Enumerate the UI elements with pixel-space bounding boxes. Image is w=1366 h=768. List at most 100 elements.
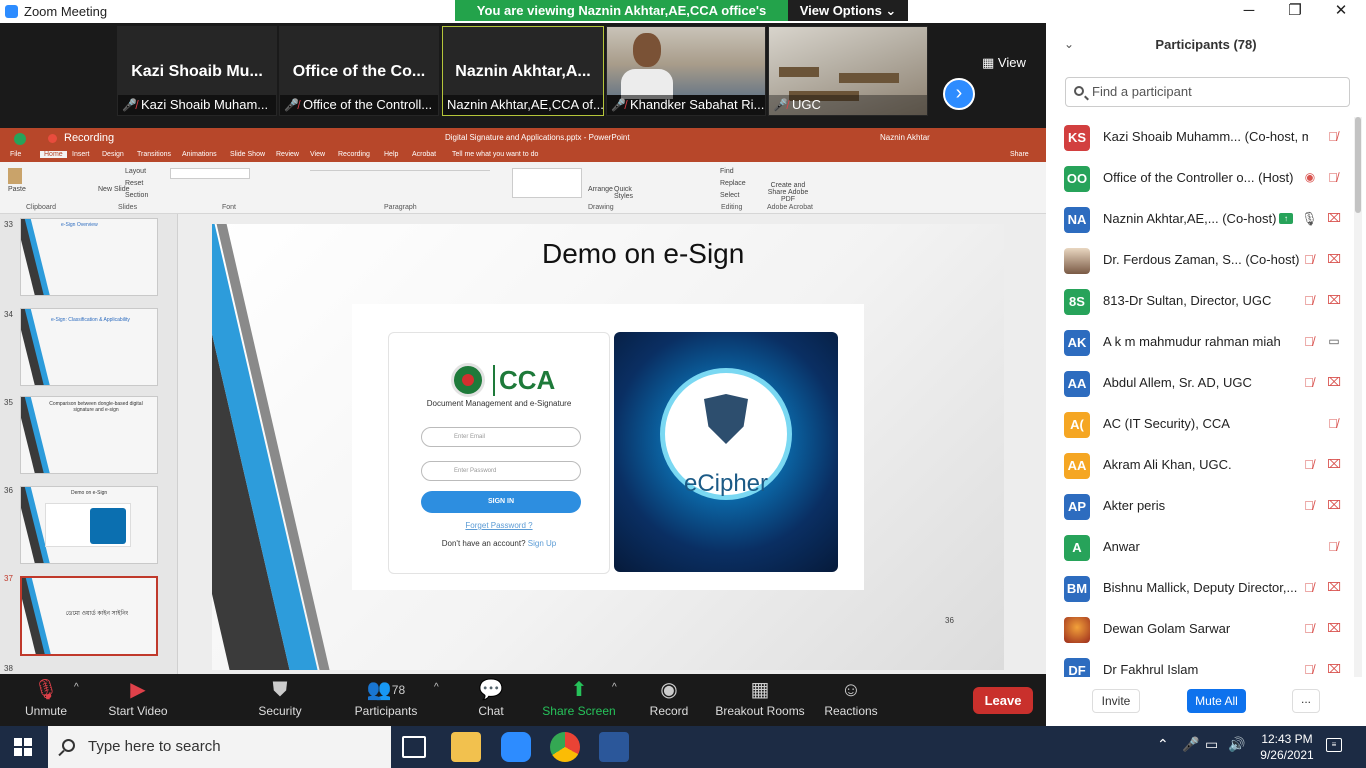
participant-row[interactable]: Dewan Golam Sarwar 🎙̸ ⌧ [1046, 609, 1354, 650]
tab-acrobat[interactable]: Acrobat [412, 151, 436, 158]
participant-row[interactable]: Dr. Ferdous Zaman, S... (Co-host) 🎙̸ ⌧ [1046, 240, 1354, 281]
next-page-button[interactable]: › [943, 78, 975, 110]
participants-button[interactable]: 👥78 Participants [352, 674, 420, 726]
video-off-icon: ⌧ [1327, 211, 1341, 225]
word-icon[interactable] [599, 732, 629, 762]
participant-row[interactable]: A Anwar 🎙̸ [1046, 527, 1354, 568]
group-paragraph: Paragraph [384, 204, 417, 211]
participant-search-input[interactable]: Find a participant [1065, 77, 1350, 107]
chat-button[interactable]: 💬 Chat [470, 674, 512, 726]
tab-insert[interactable]: Insert [72, 151, 90, 158]
record-button[interactable]: ◉ Record [644, 674, 694, 726]
tab-home[interactable]: Home [40, 151, 67, 158]
leave-button[interactable]: Leave [973, 687, 1033, 714]
chrome-icon[interactable] [550, 732, 580, 762]
share-screen-button[interactable]: ⬆ Share Screen [542, 674, 616, 726]
replace-button[interactable]: Replace [720, 180, 746, 187]
taskbar-clock[interactable]: 12:43 PM 9/26/2021 [1257, 731, 1317, 763]
tell-me-search[interactable]: Tell me what you want to do [452, 151, 538, 158]
mute-all-button[interactable]: Mute All [1187, 689, 1246, 713]
tab-slideshow[interactable]: Slide Show [230, 151, 265, 158]
view-button[interactable]: ▦ View [982, 55, 1026, 71]
slide-thumbnail[interactable]: Demo on e-Sign [20, 486, 158, 564]
tab-transitions[interactable]: Transitions [137, 151, 171, 158]
participant-row[interactable]: DF Dr Fakhrul Islam 🎙̸ ⌧ [1046, 650, 1354, 677]
tab-review[interactable]: Review [276, 151, 299, 158]
slide-thumbnail[interactable]: Comparison between dongle-based digital … [20, 396, 158, 474]
participant-row[interactable]: OO Office of the Controller o... (Host) ◉ 🎙… [1046, 158, 1354, 199]
participant-video [607, 27, 765, 99]
network-icon[interactable]: ▭ [1205, 736, 1218, 753]
share-screen-icon: ⬆ [570, 679, 588, 701]
participant-row[interactable]: AA Abdul Allem, Sr. AD, UGC 🎙̸ ⌧ [1046, 363, 1354, 404]
more-button[interactable]: ... [1292, 689, 1320, 713]
layout-button[interactable]: Layout [125, 168, 146, 175]
find-button[interactable]: Find [720, 168, 734, 175]
tray-chevron-icon[interactable]: ⌃ [1157, 736, 1169, 753]
video-tile[interactable]: Kazi Shoaib Mu... 🎤̸ Kazi Shoaib Muham... [117, 26, 277, 116]
participant-row[interactable]: AA Akram Ali Khan, UGC. 🎙̸ ⌧ [1046, 445, 1354, 486]
select-button[interactable]: Select [720, 192, 739, 199]
participants-options-caret[interactable]: ^ [434, 682, 439, 693]
start-video-button[interactable]: ▶ Start Video [104, 674, 172, 726]
participant-scrollbar[interactable] [1354, 117, 1362, 677]
minimize-button[interactable]: ─ [1238, 2, 1260, 20]
notification-icon[interactable]: ≡ [1326, 738, 1342, 752]
tab-file[interactable]: File [10, 151, 21, 158]
sharing-icon: ↑ [1279, 213, 1293, 224]
security-button[interactable]: ⛊ Security [250, 674, 310, 726]
search-icon [62, 739, 75, 752]
arrange-button[interactable]: Arrange [588, 186, 613, 193]
restore-button[interactable]: ❐ [1284, 2, 1306, 20]
create-pdf-button[interactable]: Create and Share Adobe PDF [764, 182, 812, 203]
participant-row[interactable]: A(AC (IT Security), CCA 🎙̸ [1046, 404, 1354, 445]
slide-canvas[interactable]: Demo on e-Sign CCA Document Management a… [212, 224, 1004, 670]
view-options-button[interactable]: View Options ⌄ [788, 0, 908, 21]
unmute-button[interactable]: 🎙 Unmute [14, 674, 78, 726]
taskbar-search-input[interactable]: Type here to search [48, 726, 391, 768]
file-explorer-icon[interactable] [451, 732, 481, 762]
paste-button[interactable]: Paste [8, 186, 26, 193]
tab-animations[interactable]: Animations [182, 151, 217, 158]
tab-design[interactable]: Design [102, 151, 124, 158]
breakout-rooms-button[interactable]: ▦ Breakout Rooms [714, 674, 806, 726]
tab-recording[interactable]: Recording [338, 151, 370, 158]
task-view-icon[interactable] [402, 736, 426, 758]
share-options-caret[interactable]: ^ [612, 682, 617, 693]
participant-row[interactable]: 8S 813-Dr Sultan, Director, UGC 🎙̸ ⌧ [1046, 281, 1354, 322]
invite-button[interactable]: Invite [1092, 689, 1140, 713]
section-button[interactable]: Section [125, 192, 148, 199]
reset-button[interactable]: Reset [125, 180, 143, 187]
video-tile[interactable]: Office of the Co... 🎤̸ Office of the Cont… [279, 26, 439, 116]
slide-thumbnail-selected[interactable]: ডেমো ওয়ার্ড কাইন সাইনিং [20, 576, 158, 656]
group-acrobat: Adobe Acrobat [767, 204, 813, 211]
mic-on-icon: 🎙 [1301, 211, 1318, 226]
participant-row[interactable]: AK A k m mahmudur rahman miah 🎙̸ ▭ [1046, 322, 1354, 363]
windows-start-icon[interactable] [14, 738, 32, 756]
shapes-gallery[interactable] [512, 168, 582, 198]
zoom-taskbar-icon[interactable] [501, 732, 531, 762]
video-tile-active[interactable]: Naznin Akhtar,A... Naznin Akhtar,AE,CCA … [442, 26, 604, 116]
video-off-icon: ⌧ [1327, 375, 1341, 389]
participant-row[interactable]: NA Naznin Akhtar,AE,... (Co-host) ↑ 🎙 ⌧ [1046, 199, 1354, 240]
tab-help[interactable]: Help [384, 151, 398, 158]
microphone-tray-icon[interactable]: 🎤 [1182, 736, 1199, 753]
slide-thumbnail[interactable]: e-Sign: Classification & Applicability [20, 308, 158, 386]
tab-view[interactable]: View [310, 151, 325, 158]
close-button[interactable]: ✕ [1330, 2, 1352, 20]
participant-row[interactable]: KS Kazi Shoaib Muhamm... (Co-host, me) 🎙̸ [1046, 117, 1354, 158]
tile-name: 🎤̸ Kazi Shoaib Muham... [118, 95, 276, 115]
participant-row[interactable]: BM Bishnu Mallick, Deputy Director,... 🎙̸ ⌧ [1046, 568, 1354, 609]
ribbon-tabs: File Home Insert Design Transitions Anim… [0, 148, 1046, 162]
font-name-box[interactable] [170, 168, 250, 179]
participant-name: Abdul Allem, Sr. AD, UGC [1103, 375, 1252, 390]
audio-options-caret[interactable]: ^ [74, 682, 79, 693]
volume-icon[interactable]: 🔊 [1228, 736, 1245, 753]
participant-row[interactable]: AP Akter peris 🎙̸ ⌧ [1046, 486, 1354, 527]
slide-thumbnail[interactable]: e-Sign Overview [20, 218, 158, 296]
reactions-button[interactable]: ☺ Reactions [822, 674, 880, 726]
video-tile[interactable]: 🎤̸ UGC [768, 26, 928, 116]
share-button[interactable]: Share [1010, 151, 1029, 158]
video-tile[interactable]: 🎤̸ Khandker Sabahat Ri... [606, 26, 766, 116]
quick-styles-button[interactable]: Quick Styles [614, 186, 634, 200]
